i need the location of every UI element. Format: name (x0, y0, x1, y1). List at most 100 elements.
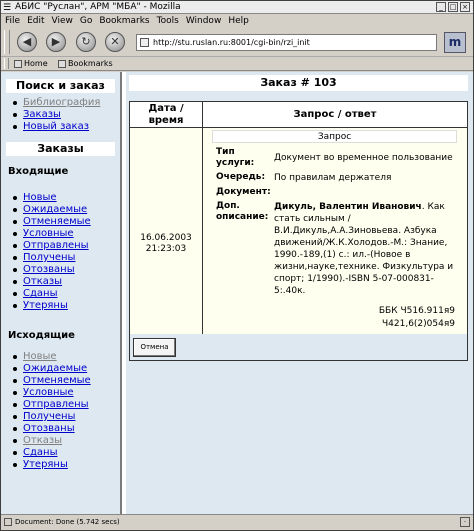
incoming-links: Новые Ожидаемые Отменяемые Условные Отправле… (13, 192, 120, 312)
bookmarks-button[interactable]: Bookmarks (58, 57, 113, 71)
list-item: Утеряны (13, 459, 120, 471)
service-label: Тип услуги: (216, 147, 255, 168)
menu-bookmarks[interactable]: Bookmarks (99, 14, 149, 28)
description-label: Доп. описание: (216, 201, 269, 222)
search-links: Библиография Заказы Новый заказ (13, 97, 120, 133)
menu-tools[interactable]: Tools (157, 14, 179, 28)
list-item: Новые (13, 351, 120, 363)
outgoing-link-5[interactable]: Получены (23, 411, 75, 422)
outgoing-link-9[interactable]: Утеряны (23, 459, 68, 470)
navigation-toolbar: ◀ ▶ ↻ ✕ http://stu.ruslan.ru:8001/cgi-bi… (1, 28, 473, 57)
list-item: Отказы (13, 435, 120, 447)
list-item: Ожидаемые (13, 363, 120, 375)
queue-label: Очередь: (216, 172, 266, 182)
outgoing-link-3[interactable]: Условные (23, 387, 74, 398)
incoming-link-5[interactable]: Получены (23, 252, 75, 263)
date-column-header: Дата / время (130, 102, 203, 128)
toolbar-grip[interactable] (4, 30, 10, 54)
maximize-icon[interactable]: □ (448, 2, 458, 12)
outgoing-title: Исходящие (8, 330, 75, 341)
list-item: Отменяемые (13, 375, 120, 387)
incoming-link-4[interactable]: Отправлены (23, 240, 89, 251)
list-item: Сданы (13, 447, 120, 459)
incoming-link-8[interactable]: Сданы (23, 288, 57, 299)
incoming-link-3[interactable]: Условные (23, 228, 74, 239)
list-item: Заказы (13, 109, 120, 121)
forward-button[interactable]: ▶ (46, 32, 66, 52)
toolbar-grip[interactable] (4, 58, 9, 69)
incoming-link-2[interactable]: Отменяемые (23, 216, 91, 227)
incoming-link-9[interactable]: Утеряны (23, 300, 68, 311)
menu-view[interactable]: View (52, 14, 73, 28)
home-button[interactable]: Home (14, 57, 48, 71)
bbk-code: ББК Ч516.911я9 (378, 306, 455, 316)
outgoing-link-2[interactable]: Отменяемые (23, 375, 91, 386)
list-item: Отправлены (13, 240, 120, 252)
list-item: Отказы (13, 276, 120, 288)
action-bar: Отмена (129, 334, 468, 361)
back-button[interactable]: ◀ (17, 32, 37, 52)
list-item: Отправлены (13, 399, 120, 411)
list-item: Библиография (13, 97, 120, 109)
incoming-link-0[interactable]: Новые (23, 192, 57, 203)
incoming-link-1[interactable]: Ожидаемые (23, 204, 87, 215)
status-icon (4, 518, 12, 526)
menu-go[interactable]: Go (80, 14, 92, 28)
menu-window[interactable]: Window (186, 14, 222, 28)
outgoing-link-6[interactable]: Отозваны (23, 423, 75, 434)
order-time: 21:23:03 (145, 243, 187, 254)
close-icon[interactable]: × (460, 2, 470, 12)
list-item: Получены (13, 411, 120, 423)
outgoing-link-0[interactable]: Новые (23, 351, 57, 362)
sidebar: Поиск и заказ Библиография Заказы Новый за… (1, 72, 122, 514)
reload-button[interactable]: ↻ (76, 32, 96, 52)
page-title: Заказ # 103 (129, 75, 468, 91)
order-table: Дата / время Запрос / ответ 16.06.2003 2… (129, 101, 468, 360)
outgoing-link-1[interactable]: Ожидаемые (23, 363, 87, 374)
mozilla-logo-icon[interactable]: m (444, 32, 466, 53)
page-icon (140, 38, 149, 47)
document-label: Документ: (216, 187, 271, 197)
search-link-0[interactable]: Библиография (23, 97, 100, 108)
title-bar: ☰ АБИС "Руслан", АРМ "МБА" - Mozilla _ □… (1, 1, 473, 14)
list-item: Отозваны (13, 423, 120, 435)
service-value: Документ во временное пользование (274, 153, 453, 163)
search-section-title: Поиск и заказ (6, 79, 115, 93)
description-value: Дикуль, Валентин Иванович. Как стать сил… (274, 202, 454, 296)
bookmarks-toolbar: Home Bookmarks (1, 57, 473, 71)
list-item: Отменяемые (13, 216, 120, 228)
cancel-button[interactable]: Отмена (133, 338, 176, 357)
search-link-1[interactable]: Заказы (23, 109, 61, 120)
menu-edit[interactable]: Edit (27, 14, 44, 28)
menu-bar: File Edit View Go Bookmarks Tools Window… (1, 14, 473, 28)
list-item: Новые (13, 192, 120, 204)
incoming-link-6[interactable]: Отозваны (23, 264, 75, 275)
queue-value: По правилам держателя (274, 173, 392, 183)
list-item: Утеряны (13, 300, 120, 312)
order-date: 16.06.2003 (140, 232, 192, 243)
request-header: Запрос (212, 130, 457, 143)
incoming-link-7[interactable]: Отказы (23, 276, 62, 287)
bbk-code-2: Ч421,6(2)054я9 (381, 319, 455, 329)
outgoing-link-8[interactable]: Сданы (23, 447, 57, 458)
menu-file[interactable]: File (5, 14, 20, 28)
browser-window: ☰ АБИС "Руслан", АРМ "МБА" - Mozilla _ □… (0, 0, 474, 531)
list-item: Новый заказ (13, 121, 120, 133)
search-link-2[interactable]: Новый заказ (23, 121, 89, 132)
request-column-header: Запрос / ответ (203, 102, 467, 128)
outgoing-links: Новые Ожидаемые Отменяемые Условные Отправле… (13, 351, 120, 471)
outgoing-link-7[interactable]: Отказы (23, 435, 62, 446)
status-bar: Document: Done (5.742 secs) · (1, 514, 473, 530)
lock-icon: · (460, 517, 470, 527)
incoming-title: Входящие (8, 166, 69, 177)
list-item: Получены (13, 252, 120, 264)
stop-button[interactable]: ✕ (105, 32, 125, 52)
orders-section-title: Заказы (6, 142, 115, 156)
bookmark-folder-icon (58, 60, 66, 68)
outgoing-link-4[interactable]: Отправлены (23, 399, 89, 410)
order-panel: Заказ # 103 Дата / время Запрос / ответ … (126, 72, 473, 514)
minimize-icon[interactable]: _ (436, 2, 446, 12)
menu-help[interactable]: Help (228, 14, 249, 28)
list-item: Условные (13, 228, 120, 240)
url-field[interactable]: http://stu.ruslan.ru:8001/cgi-bin/rzi_in… (136, 34, 437, 51)
